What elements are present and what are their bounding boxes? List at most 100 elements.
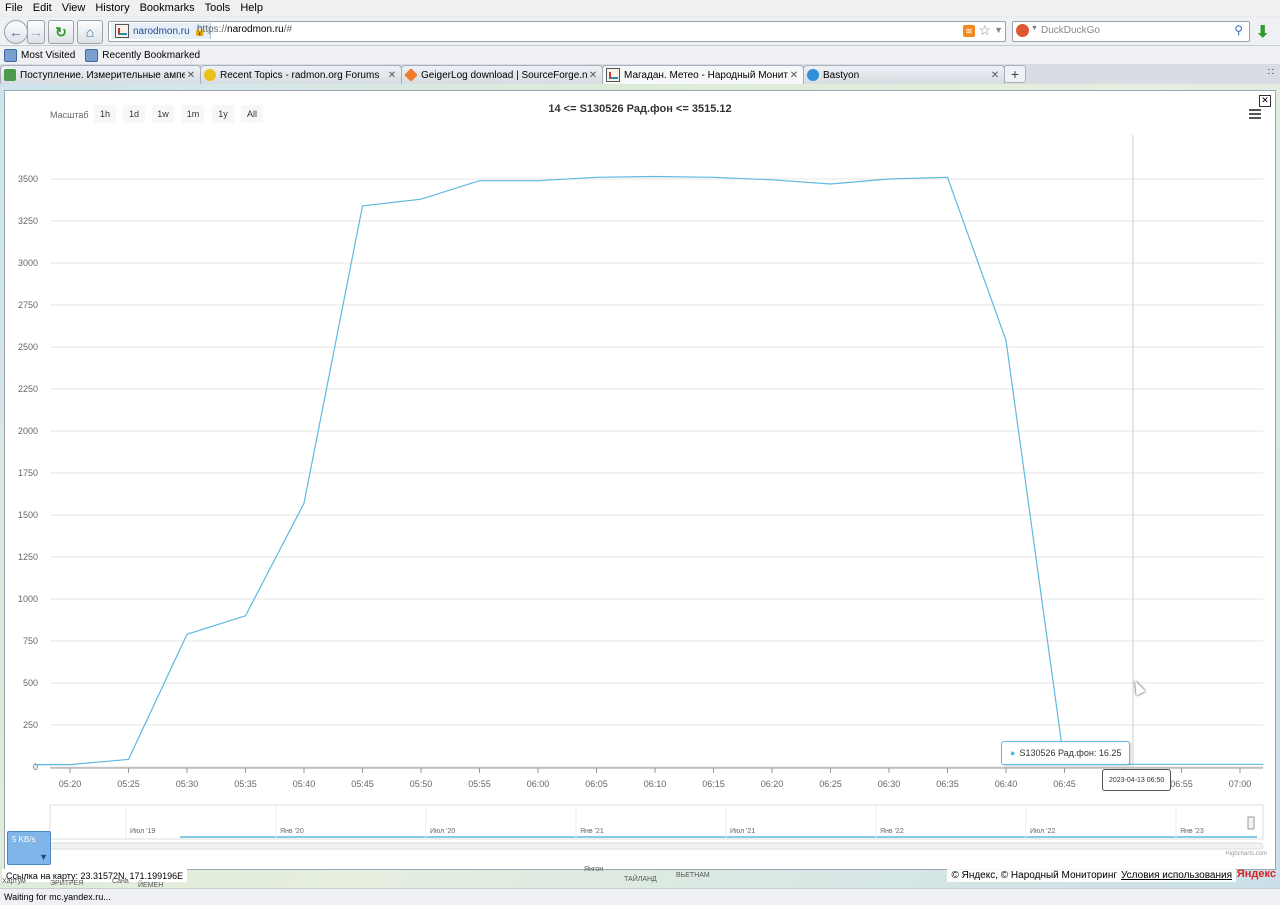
tab-magadan-meteo[interactable]: Магадан. Метео - Народный Мониторинг ✕ [602,65,804,84]
menu-bar: File Edit View History Bookmarks Tools H… [0,0,1280,16]
map-label: ТАЙЛАНД [624,876,657,883]
x-tick-label: 06:10 [644,779,667,789]
bookmark-star-icon[interactable]: ☆ [978,22,991,39]
y-tick-label: 2250 [18,384,38,394]
tab-label: Магадан. Метео - Народный Мониторинг [624,69,788,81]
bookmarks-toolbar: Most Visited Recently Bookmarked [0,46,1280,64]
x-tick-label: 06:55 [1170,779,1193,789]
tab-geigerlog[interactable]: GeigerLog download | SourceForge.net ✕ [401,65,603,84]
network-speed-widget[interactable]: 5 KB/s ▼ [7,831,51,865]
reload-button[interactable]: ↻ [48,20,74,44]
tab-amperemeters[interactable]: Поступление. Измерительные амперм... ✕ [0,65,201,84]
crosshair-date-label: 2023-04-13 06:50 [1102,769,1172,791]
x-tick-label: 05:30 [176,779,199,789]
navigator-label: Янв '21 [580,828,604,835]
home-button[interactable]: ⌂ [77,20,103,44]
x-tick-label: 07:00 [1229,779,1252,789]
bookmark-folder-icon [4,48,17,62]
y-tick-label: 0 [33,762,38,772]
x-tick-label: 05:35 [234,779,257,789]
y-tick-label: 750 [23,636,38,646]
x-tick-label: 06:00 [527,779,550,789]
chart-panel: ✕ Масштаб 1h 1d 1w 1m 1y All 14 <= S1305… [4,90,1276,870]
site-domain: narodmon.ru [133,25,190,37]
highcharts-credits[interactable]: Highcharts.com [1225,851,1267,857]
x-tick-label: 05:45 [351,779,374,789]
back-arrow-icon: ← [9,24,23,40]
new-tab-button[interactable]: + [1004,65,1026,83]
map-copyright: © Яндекс, © Народный Мониторинг Условия … [947,868,1236,882]
bookmark-label: Recently Bookmarked [102,49,201,61]
sourceforge-icon [404,68,418,82]
x-tick-label: 05:20 [59,779,82,789]
tab-favicon-icon [4,69,16,81]
map-link-coordinates[interactable]: Ссылка на карту: 23.31572N, 171.199196E [2,869,188,882]
terms-link[interactable]: Условия использования [1121,870,1232,881]
close-tab-icon[interactable]: ✕ [185,70,197,81]
search-engine-dropdown-icon[interactable]: ▼ [1031,25,1038,32]
search-icon[interactable]: ⚲ [1234,23,1243,37]
plus-icon: + [1010,66,1020,82]
yandex-logo[interactable]: Яндекс [1237,868,1276,880]
navigator-label: Янв '22 [880,828,904,835]
duckduckgo-icon[interactable] [1016,24,1029,37]
y-tick-label: 250 [23,720,38,730]
back-button[interactable]: ← [4,20,28,44]
menu-edit[interactable]: Edit [28,2,57,14]
x-tick-label: 06:40 [995,779,1018,789]
series-line [34,175,1264,766]
close-tab-icon[interactable]: ✕ [788,70,800,81]
tab-strip: Поступление. Измерительные амперм... ✕ R… [0,64,1280,84]
network-speed-text: 5 KB/s [12,835,36,844]
x-tick-label: 06:20 [761,779,784,789]
close-tab-icon[interactable]: ✕ [386,70,398,81]
navigator-scrollbar[interactable] [49,842,1264,850]
map-footer: Ссылка на карту: 23.31572N, 171.199196E … [0,866,1280,889]
bookmark-most-visited[interactable]: Most Visited [4,48,76,62]
menu-history[interactable]: History [90,2,134,14]
x-tick-label: 05:25 [117,779,140,789]
menu-tools[interactable]: Tools [200,2,236,14]
reload-icon: ↻ [55,23,67,40]
url-text[interactable]: https://narodmon.ru/# [197,24,292,35]
url-path: /# [283,24,293,35]
tab-bastyon[interactable]: Bastyon ✕ [803,65,1005,84]
bookmark-label: Most Visited [21,49,76,61]
navigator-handle[interactable] [1247,816,1255,830]
search-input[interactable]: DuckDuckGo [1041,25,1100,36]
navigator-label: Июл '19 [130,828,155,835]
url-history-dropdown-icon[interactable]: ▼ [994,25,1003,35]
search-bar[interactable]: ▼ DuckDuckGo ⚲ [1012,21,1250,42]
site-favicon-icon [606,68,620,82]
rss-icon[interactable]: ≋ [963,25,975,37]
y-tick-label: 1000 [18,594,38,604]
menu-view[interactable]: View [57,2,91,14]
y-tick-label: 2500 [18,342,38,352]
menu-file[interactable]: File [0,2,28,14]
y-tick-label: 1500 [18,510,38,520]
status-bar: Waiting for mc.yandex.ru... [0,888,1280,905]
url-bar[interactable]: narodmon.ru 🔒 https://narodmon.ru/# ≋ ☆ … [108,21,1006,42]
menu-help[interactable]: Help [235,2,268,14]
list-all-tabs-icon[interactable]: ∷ [1268,67,1274,78]
bookmark-recently-bookmarked[interactable]: Recently Bookmarked [85,48,201,62]
map-label: ВЬЕТНАМ [676,872,710,879]
y-tick-label: 2000 [18,426,38,436]
tab-label: Bastyon [823,69,860,81]
download-icon[interactable]: ⬇ [1256,22,1269,42]
y-tick-label: 1750 [18,468,38,478]
x-tick-label: 05:50 [410,779,433,789]
x-tick-label: 06:30 [878,779,901,789]
site-favicon-icon [115,24,129,38]
y-tick-label: 3250 [18,216,38,226]
close-tab-icon[interactable]: ✕ [587,70,599,81]
close-tab-icon[interactable]: ✕ [989,70,1001,81]
navigator-label: Янв '20 [280,828,304,835]
navigator-label: Июл '22 [1030,828,1055,835]
network-speed-dropdown-icon[interactable]: ▼ [39,852,48,862]
forward-button[interactable]: → [27,20,45,44]
x-tick-label: 06:35 [936,779,959,789]
menu-bookmarks[interactable]: Bookmarks [135,2,200,14]
y-tick-label: 500 [23,678,38,688]
tab-radmon-forums[interactable]: Recent Topics - radmon.org Forums ✕ [200,65,402,84]
